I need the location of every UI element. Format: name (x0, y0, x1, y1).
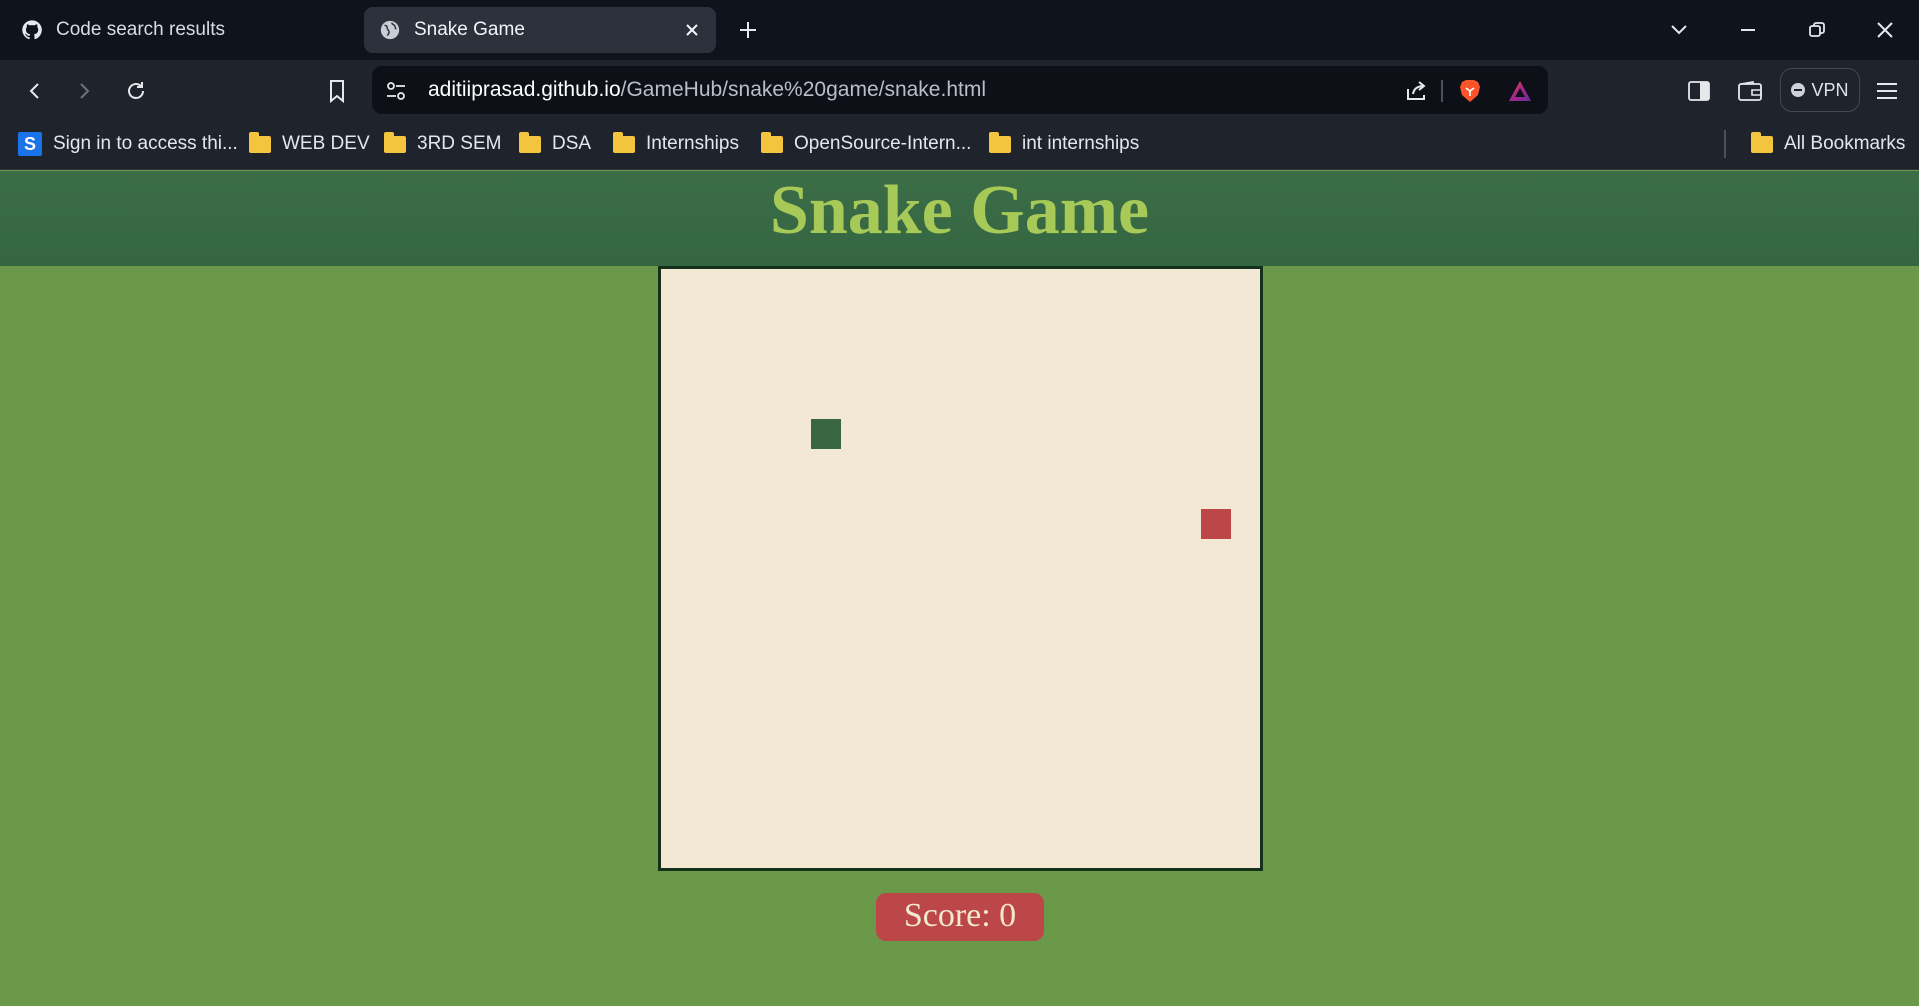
bookmarks-divider (1724, 130, 1726, 158)
folder-icon (519, 131, 541, 153)
vpn-label: VPN (1811, 79, 1849, 100)
bookmark-label: 3RD SEM (417, 133, 502, 154)
share-icon[interactable] (1400, 75, 1432, 107)
bookmark-folder-web-dev[interactable]: WEB DEV (249, 129, 370, 159)
tab-list-chevron-down-icon[interactable] (1662, 14, 1696, 46)
reload-icon[interactable] (119, 74, 153, 108)
github-icon (20, 18, 44, 42)
folder-icon (249, 131, 271, 153)
new-tab-icon[interactable] (734, 16, 762, 44)
folder-icon (761, 131, 783, 153)
snake-segment (811, 419, 841, 449)
bookmark-folder-opensource[interactable]: OpenSource-Intern... (761, 129, 971, 159)
bookmark-label: DSA (552, 133, 592, 154)
wallet-icon[interactable] (1733, 74, 1767, 108)
close-window-icon[interactable] (1868, 14, 1902, 46)
bookmark-label: WEB DEV (282, 133, 370, 154)
url-text[interactable]: aditiiprasad.github.io/GameHub/snake%20g… (428, 78, 986, 102)
bookmark-folder-dsa[interactable]: DSA (519, 129, 591, 159)
folder-icon (613, 131, 635, 153)
url-host: aditiiprasad.github.io (428, 78, 621, 101)
all-bookmarks-button[interactable]: All Bookmarks (1751, 129, 1905, 159)
bookmark-label: OpenSource-Intern... (794, 133, 972, 154)
bookmarks-bar: S Sign in to access thi... WEB DEV 3RD S… (0, 120, 1919, 170)
score-display: Score: 0 (876, 893, 1044, 941)
game-board[interactable] (658, 266, 1263, 871)
sidebar-toggle-icon[interactable] (1682, 74, 1716, 108)
bookmark-label: Internships (646, 133, 739, 154)
s-app-icon: S (18, 132, 42, 156)
folder-icon (384, 131, 406, 153)
back-icon[interactable] (18, 74, 52, 108)
bookmark-label: int internships (1022, 133, 1140, 154)
tab-strip: Code search results Snake Game (0, 0, 1919, 60)
tab-code-search-results[interactable]: Code search results (18, 7, 358, 53)
bookmark-sign-in[interactable]: S Sign in to access thi... (18, 129, 238, 159)
food (1201, 509, 1231, 539)
site-settings-icon[interactable] (380, 75, 412, 107)
bookmark-folder-internships[interactable]: Internships (613, 129, 739, 159)
page-header: Snake Game (0, 171, 1919, 266)
vpn-status-icon (1791, 83, 1806, 97)
url-path: /GameHub/snake%20game/snake.html (620, 78, 986, 101)
tab-title: Code search results (56, 19, 225, 40)
tab-snake-game[interactable]: Snake Game (364, 7, 716, 53)
folder-icon (1751, 131, 1773, 153)
bookmark-label: Sign in to access thi... (53, 133, 238, 154)
bookmark-folder-int-internships[interactable]: int internships (989, 129, 1139, 159)
globe-icon (378, 18, 402, 42)
vpn-button[interactable]: VPN (1780, 68, 1860, 112)
bookmark-icon[interactable] (320, 74, 354, 108)
minimize-icon[interactable] (1731, 14, 1765, 46)
bookmark-folder-3rd-sem[interactable]: 3RD SEM (384, 129, 501, 159)
browser-toolbar: aditiiprasad.github.io/GameHub/snake%20g… (0, 60, 1919, 120)
all-bookmarks-label: All Bookmarks (1784, 133, 1906, 154)
brave-rewards-icon[interactable] (1504, 75, 1536, 107)
page-title: Snake Game (769, 172, 1150, 249)
restore-icon[interactable] (1800, 14, 1834, 46)
address-bar[interactable]: aditiiprasad.github.io/GameHub/snake%20g… (372, 66, 1548, 114)
close-tab-icon[interactable] (680, 18, 704, 42)
tab-title: Snake Game (414, 19, 525, 40)
brave-shields-icon[interactable] (1454, 75, 1486, 107)
forward-icon[interactable] (67, 74, 101, 108)
folder-icon (989, 131, 1011, 153)
menu-icon[interactable] (1870, 74, 1904, 108)
address-bar-divider (1441, 80, 1443, 102)
